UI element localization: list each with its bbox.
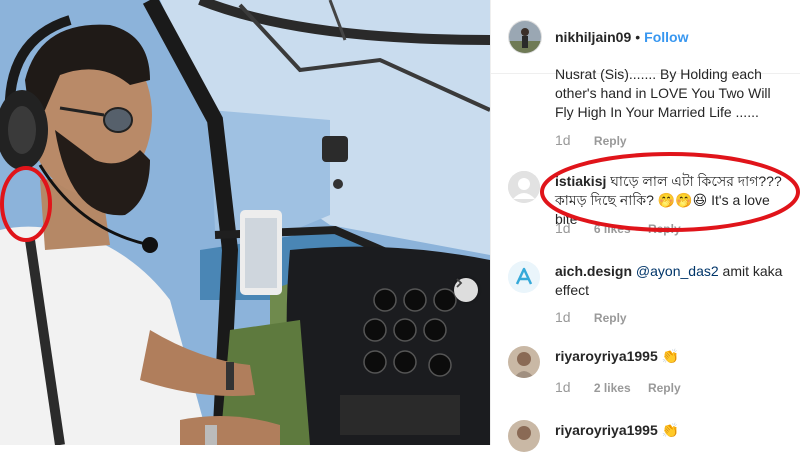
comment-body: riyaroyriya1995 👏 [555, 421, 791, 440]
follow-button[interactable]: Follow [644, 29, 688, 45]
avatar-photo-icon [508, 420, 540, 452]
clap-emoji-icon: 👏 [661, 348, 680, 364]
comment-username[interactable]: riyaroyriya1995 [555, 348, 658, 364]
comment-body: riyaroyriya1995 👏 [555, 347, 791, 366]
cockpit-photo-illustration [0, 0, 490, 445]
comment-age: 1d [555, 132, 571, 148]
comments-panel: nikhiljain09 • Follow Nusrat (Sis)......… [490, 0, 800, 452]
author-username[interactable]: nikhiljain09 [555, 29, 631, 45]
chevron-right-icon [456, 278, 463, 288]
comment-mention[interactable]: @ayon_das2 [636, 263, 719, 279]
header-separator: • [635, 28, 641, 45]
comment-highlight-ellipse [540, 152, 800, 232]
a-letter-logo-icon [508, 261, 540, 293]
commenter-avatar[interactable] [508, 171, 540, 203]
commenter-avatar[interactable] [508, 261, 540, 293]
author-avatar[interactable] [508, 19, 542, 54]
post-header: nikhiljain09 • Follow [491, 0, 800, 74]
comment-body: aich.design @ayon_das2 amit kaka effect [555, 262, 791, 300]
commenter-avatar[interactable] [508, 420, 540, 452]
comment-meta: 1d Reply [555, 132, 627, 148]
reply-button[interactable]: Reply [594, 311, 627, 325]
comment-meta: 1d Reply [555, 309, 627, 325]
carousel-next-button[interactable] [454, 278, 478, 302]
avatar-photo-icon [508, 346, 540, 378]
avatar-photo-icon [509, 20, 541, 53]
comment-username[interactable]: riyaroyriya1995 [555, 422, 658, 438]
reply-button[interactable]: Reply [648, 381, 681, 395]
comment-age: 1d [555, 379, 571, 395]
comment-age: 1d [555, 309, 571, 325]
comment-username[interactable]: aich.design [555, 263, 632, 279]
commenter-avatar[interactable] [508, 346, 540, 378]
default-avatar-icon [508, 171, 540, 203]
comment-meta: 1d 2 likes Reply [555, 379, 681, 395]
post-photo [0, 0, 490, 445]
comment-likes[interactable]: 2 likes [594, 381, 631, 395]
comment-text: Nusrat (Sis)....... By Holding each othe… [555, 66, 771, 120]
clap-emoji-icon: 👏 [661, 422, 680, 438]
reply-button[interactable]: Reply [594, 134, 627, 148]
